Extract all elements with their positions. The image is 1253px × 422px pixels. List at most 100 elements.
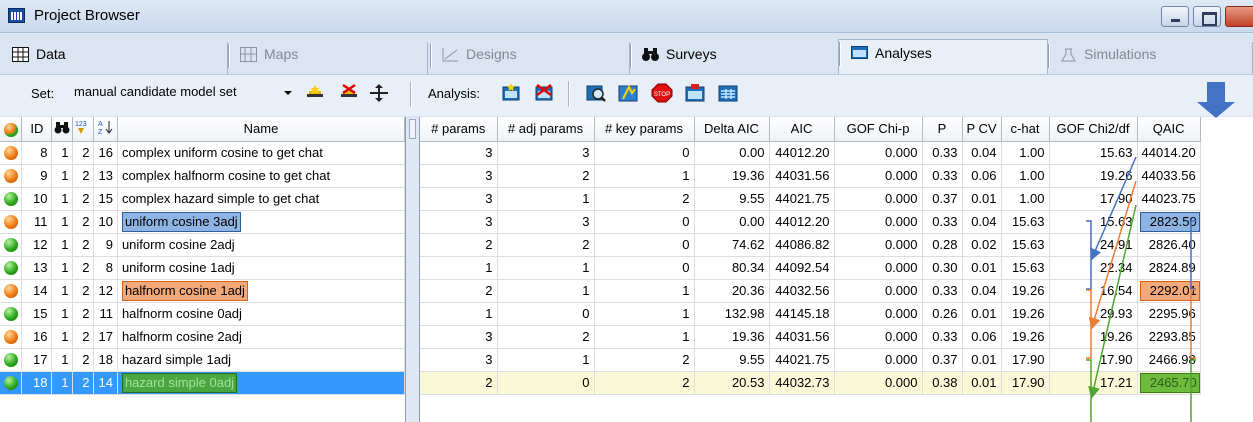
table-row[interactable]: 15 1 2 11 halfnorm cosine 0adj — [0, 302, 405, 326]
right-results-grid: # params # adj params # key params Delta AI… — [419, 117, 1253, 422]
column-header[interactable]: c-hat — [1001, 117, 1050, 142]
status-icon — [3, 169, 18, 184]
table-row[interactable]: 1 1 0 80.34 44092.54 0.000 0.30 0.01 15.63 22.34 2… — [420, 256, 1201, 280]
table-row[interactable]: 11 1 2 10 uniform cosine 3adj — [0, 210, 405, 234]
cell: 1 — [497, 256, 595, 280]
cell: 1 — [51, 187, 74, 211]
table-row[interactable]: 3 1 2 9.55 44021.75 0.000 0.37 0.01 1.00 17.90 440… — [420, 187, 1201, 211]
cell: 2295.96 — [1137, 302, 1201, 326]
analysis-name: complex halfnorm cosine to get chat — [121, 168, 331, 183]
column-header[interactable]: GOF Chi-p — [834, 117, 923, 142]
table-row[interactable]: 12 1 2 9 uniform cosine 2adj — [0, 233, 405, 257]
move-set-icon[interactable] — [368, 83, 390, 103]
cell: 44031.56 — [769, 325, 835, 349]
sort-alpha-column-header[interactable]: AZ — [93, 117, 118, 142]
name-cell: complex uniform cosine to get chat — [117, 141, 405, 165]
reset-analysis-icon[interactable] — [684, 83, 706, 103]
table-row[interactable]: 2 0 2 20.53 44032.73 0.000 0.38 0.01 17.90 17.21 2… — [420, 371, 1201, 395]
column-header[interactable]: AIC — [769, 117, 835, 142]
cell: 1 — [51, 348, 74, 372]
sort-numeric-column-header[interactable]: 123 — [72, 117, 95, 142]
binoculars-column-header[interactable] — [51, 117, 74, 142]
table-row[interactable]: 18 1 2 14 hazard simple 0adj — [0, 371, 405, 395]
cell: 3 — [420, 141, 498, 165]
cell: 2 — [72, 371, 95, 395]
table-row[interactable]: 2 2 0 74.62 44086.82 0.000 0.28 0.02 15.63 24.91 2… — [420, 233, 1201, 257]
binoculars-icon — [54, 121, 70, 134]
column-header[interactable]: # adj params — [497, 117, 595, 142]
close-button[interactable] — [1225, 6, 1253, 27]
tab-designs[interactable]: Designs — [430, 42, 630, 74]
cell: 17.90 — [1001, 348, 1050, 372]
cell: 2 — [72, 233, 95, 257]
table-row[interactable]: 16 1 2 17 halfnorm cosine 2adj — [0, 325, 405, 349]
analysis-details-icon[interactable] — [717, 83, 739, 103]
tab-maps[interactable]: Maps — [228, 42, 428, 74]
minimize-button[interactable] — [1161, 6, 1189, 27]
pane-splitter[interactable] — [406, 117, 419, 422]
id-column-header[interactable]: ID — [21, 117, 53, 142]
tab-surveys[interactable]: Surveys — [630, 42, 840, 74]
table-row[interactable]: 8 1 2 16 complex uniform cosine to get chat — [0, 141, 405, 165]
simulation-icon — [1061, 48, 1076, 62]
tab-data[interactable]: Data — [0, 42, 228, 74]
tab-analyses[interactable]: Analyses — [838, 39, 1048, 74]
preview-analysis-icon[interactable] — [585, 83, 607, 103]
cell: 1 — [51, 302, 74, 326]
run-analysis-icon[interactable] — [617, 83, 639, 103]
status-cell — [0, 141, 23, 165]
svg-text:123: 123 — [75, 121, 87, 128]
column-header[interactable]: QAIC — [1137, 117, 1201, 142]
table-row[interactable]: 13 1 2 8 uniform cosine 1adj — [0, 256, 405, 280]
cell: 19.26 — [1001, 279, 1050, 303]
table-row[interactable]: 3 3 0 0.00 44012.20 0.000 0.33 0.04 15.63 15.63 28… — [420, 210, 1201, 234]
table-row[interactable]: 3 1 2 9.55 44021.75 0.000 0.37 0.01 17.90 17.90 24… — [420, 348, 1201, 372]
cell: 1 — [594, 325, 695, 349]
table-row[interactable]: 3 2 1 19.36 44031.56 0.000 0.33 0.06 19.26 19.26 2… — [420, 325, 1201, 349]
cell: 0.000 — [834, 348, 923, 372]
set-select[interactable]: manual candidate model set — [70, 81, 298, 105]
status-icon — [3, 353, 18, 368]
table-row[interactable]: 9 1 2 13 complex halfnorm cosine to get chat — [0, 164, 405, 188]
column-header[interactable]: Delta AIC — [694, 117, 770, 142]
status-cell — [0, 279, 23, 303]
cell: 29.93 — [1049, 302, 1138, 326]
tab-label: Maps — [264, 46, 299, 62]
delete-set-icon[interactable] — [338, 83, 360, 103]
new-set-icon[interactable] — [304, 83, 326, 103]
map-icon — [240, 47, 257, 62]
table-row[interactable]: 2 1 1 20.36 44032.56 0.000 0.33 0.04 19.26 16.54 2… — [420, 279, 1201, 303]
column-header[interactable]: GOF Chi2/df — [1049, 117, 1138, 142]
new-analysis-icon[interactable] — [500, 83, 522, 103]
cell: 44023.75 — [1137, 187, 1201, 211]
tab-separator — [1048, 44, 1050, 68]
cell: 19.36 — [694, 164, 770, 188]
cell: 12 — [93, 279, 118, 303]
table-row[interactable]: 14 1 2 12 halfnorm cosine 1adj — [0, 279, 405, 303]
column-header[interactable]: # params — [420, 117, 498, 142]
name-cell: complex halfnorm cosine to get chat — [117, 164, 405, 188]
cell: 3 — [497, 141, 595, 165]
cell: 14 — [93, 371, 118, 395]
cell: 2 — [72, 348, 95, 372]
cell: 0.000 — [834, 371, 923, 395]
column-header[interactable]: # key params — [594, 117, 695, 142]
stop-analysis-icon[interactable]: STOP — [651, 83, 673, 103]
status-icon — [3, 122, 18, 137]
table-row[interactable]: 1 0 1 132.98 44145.18 0.000 0.26 0.01 19.26 29.93… — [420, 302, 1201, 326]
tab-simulations[interactable]: Simulations — [1048, 42, 1253, 74]
column-header[interactable]: P CV — [962, 117, 1002, 142]
table-row[interactable]: 10 1 2 15 complex hazard simple to get chat — [0, 187, 405, 211]
table-row[interactable]: 3 2 1 19.36 44031.56 0.000 0.33 0.06 1.00 19.26 44… — [420, 164, 1201, 188]
column-header[interactable]: P — [922, 117, 963, 142]
name-column-header[interactable]: Name — [117, 117, 405, 142]
status-cell — [0, 256, 23, 280]
status-cell — [0, 348, 23, 372]
maximize-button[interactable] — [1193, 6, 1221, 27]
delete-analysis-icon[interactable] — [533, 83, 555, 103]
table-row[interactable]: 17 1 2 18 hazard simple 1adj — [0, 348, 405, 372]
table-row[interactable]: 3 3 0 0.00 44012.20 0.000 0.33 0.04 1.00 15.63 440… — [420, 141, 1201, 165]
id-cell: 9 — [21, 164, 53, 188]
status-column-header[interactable] — [0, 117, 23, 142]
splitter-grip[interactable] — [409, 119, 416, 139]
